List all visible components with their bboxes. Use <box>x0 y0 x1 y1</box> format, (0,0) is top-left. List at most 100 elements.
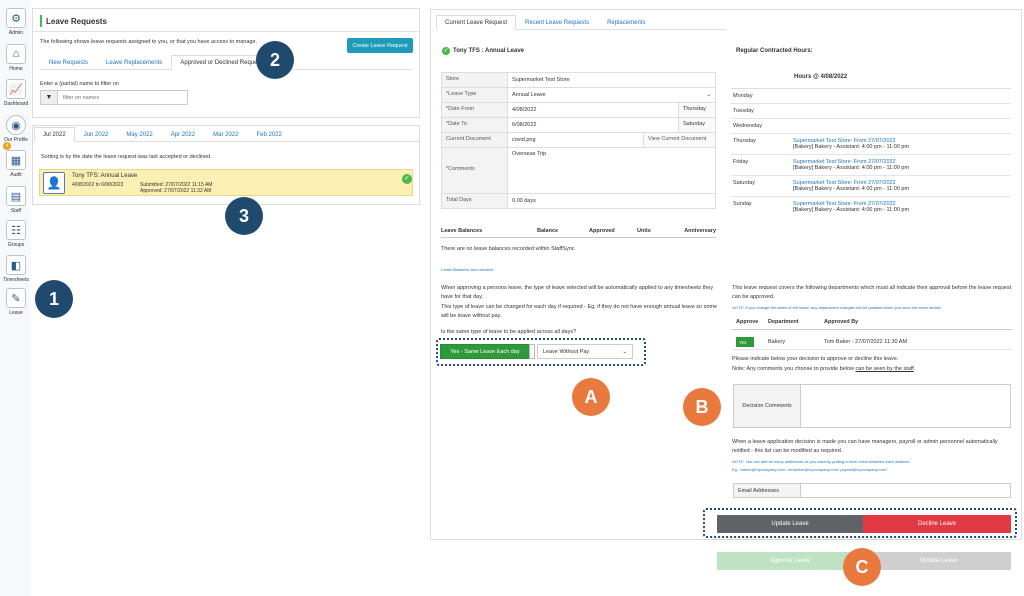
leave-form: Store Supermarket Test Store *Leave Type A… <box>441 72 716 209</box>
tab-month[interactable]: Mar 2022 <box>204 127 247 142</box>
date-to-input[interactable]: 6/08/2022 <box>508 118 678 132</box>
sidebar-item-leave[interactable]: ✎ Leave <box>3 288 29 322</box>
hours-title: Regular Contracted Hours: <box>736 48 813 54</box>
schedule-row: Tuesday <box>731 104 1011 119</box>
notify-text: When a leave application decision is mad… <box>732 439 998 454</box>
sidebar-item-timesheets[interactable]: ◧ Timesheets <box>3 255 29 289</box>
approvals-header: Approve Department Approved By <box>732 317 1012 330</box>
requests-description: The following shows leave requests assig… <box>40 39 258 45</box>
home-icon: ⌂ <box>6 44 26 64</box>
balances-note: Leave Balances last checked <box>441 267 493 272</box>
card-dates: 4/08/2022 to 6/08/2022 <box>72 182 124 188</box>
date-to-label: *Date To <box>442 118 508 132</box>
total-days-label: Total Days <box>442 194 508 208</box>
store-value: Supermarket Test Store <box>512 77 570 83</box>
schedule-row: Sunday Supermarket Test Store: From 27/07… <box>733 201 910 213</box>
sidebar-item-audit[interactable]: ▦ Audit <box>3 150 29 184</box>
store-label: Store <box>442 73 508 87</box>
approval-by: Tom Baker - 27/07/2022 11:30 AM <box>824 338 908 345</box>
sidebar-item-dashboard[interactable]: 📈 Dashboard <box>3 79 29 113</box>
indicate-text: Please indicate below your decision to a… <box>732 356 899 362</box>
approve-toggle[interactable]: Yes <box>736 336 754 347</box>
email-addresses-label: Email Addresses <box>734 484 801 497</box>
callout-1: 1 <box>35 280 73 318</box>
callout-c: C <box>843 548 881 586</box>
schedule-shift: [Bakery] Bakery - Assistant: 4:00 pm - 1… <box>793 165 910 171</box>
profile-icon: ◉ <box>6 115 26 135</box>
filter-label: Enter a (partial) name to filter on <box>40 81 119 87</box>
sidebar-item-admin[interactable]: ⚙ Admin <box>3 8 29 42</box>
sidebar-item-label: Staff <box>10 208 22 214</box>
month-tabs: Jul 2022 Jun 2022 May 2022 Apr 2022 Mar … <box>34 127 419 142</box>
schedule-row: Wednesday <box>731 119 1011 134</box>
leave-icon: ✎ <box>6 288 26 308</box>
current-document-label: Current Document <box>442 133 508 147</box>
leave-type-select[interactable]: Annual Leave ⌄ <box>508 88 715 102</box>
sidebar-item-label: Audit <box>10 172 22 178</box>
date-from-input[interactable]: 4/08/2022 <box>508 103 678 117</box>
decision-comments-label: Decision Comments <box>734 385 801 427</box>
page-title: Leave Requests <box>46 17 107 26</box>
tab-month[interactable]: May 2022 <box>117 127 161 142</box>
audit-icon: ▦ <box>6 150 26 170</box>
chevron-down-icon: ⌄ <box>622 348 627 355</box>
sidebar-item-label: Home <box>9 66 23 72</box>
tab-month[interactable]: Jul 2022 <box>34 127 75 142</box>
notify-note: NOTE: You can add as many addresses as y… <box>732 459 911 464</box>
hours-subtitle: Hours @ 4/08/2022 <box>794 74 848 80</box>
email-addresses-field: Email Addresses <box>733 483 1011 498</box>
schedule-row: Saturday Supermarket Test Store: From 27/… <box>731 176 1011 197</box>
leave-request-card[interactable]: 👤 Tony TFS: Annual Leave 4/08/2022 to 6/… <box>39 169 413 196</box>
tab-month[interactable]: Jun 2022 <box>75 127 118 142</box>
decline-leave-button[interactable]: Decline Leave <box>863 515 1011 533</box>
leave-detail-panel: Current Leave Request Recent Leave Reque… <box>430 9 1022 540</box>
schedule-shift: [Bakery] Bakery - Assistant: 4:00 pm - 1… <box>793 207 910 213</box>
comments-label: *Comments <box>442 148 508 193</box>
tab-current-leave-request[interactable]: Current Leave Request <box>436 15 517 30</box>
user-icon: 👤 <box>43 172 65 194</box>
view-current-document-link[interactable]: View Current Document <box>643 133 715 147</box>
date-to-day: Saturday <box>678 118 715 132</box>
check-icon: ✓ <box>442 47 450 55</box>
divider <box>33 31 419 32</box>
sidebar-item-staff[interactable]: ▤ Staff <box>3 186 29 220</box>
decision-comments-textarea[interactable] <box>801 385 1010 427</box>
months-panel: Jul 2022 Jun 2022 May 2022 Apr 2022 Mar … <box>32 125 420 205</box>
filter-input[interactable] <box>58 91 187 104</box>
tab-leave-replacements[interactable]: Leave Replacements <box>97 55 171 70</box>
leave-type-per-day-select[interactable]: Leave Without Pay ⌄ <box>537 344 633 359</box>
callout-a: A <box>572 378 610 416</box>
same-leave-toggle[interactable]: Yes - Same Leave Each day <box>440 344 530 359</box>
email-addresses-input[interactable] <box>801 484 1010 497</box>
date-from-label: *Date From <box>442 103 508 117</box>
comments-textarea[interactable]: Overseas Trip <box>508 148 715 193</box>
chart-icon: 📈 <box>6 79 26 99</box>
filter-field: ▼ <box>40 90 188 105</box>
tab-month[interactable]: Apr 2022 <box>162 127 204 142</box>
department-note: NOTE: If you change the dates of the lea… <box>732 305 942 310</box>
create-leave-request-button[interactable]: Create Leave Request <box>347 38 413 53</box>
sidebar-item-home[interactable]: ⌂ Home <box>3 44 29 78</box>
timesheets-icon: ◧ <box>6 255 26 275</box>
sidebar-item-label: Dashboard <box>3 101 29 107</box>
sidebar-item-groups[interactable]: ☷ Groups <box>3 220 29 254</box>
approval-row: Yes Bakery Tom Baker - 27/07/2022 11:30 … <box>732 334 1012 350</box>
tab-replacements[interactable]: Replacements <box>598 15 654 30</box>
schedule-row: Thursday Supermarket Test Store: From 27/… <box>731 134 1011 155</box>
balances-empty: There are no leave balances recorded wit… <box>441 246 575 252</box>
schedule-shift: [Bakery] Bakery - Assistant: 4:00 pm - 1… <box>793 144 910 150</box>
requests-tabs: New Requests Leave Replacements Approved… <box>40 55 412 70</box>
tab-new-requests[interactable]: New Requests <box>40 55 97 70</box>
check-icon: ✓ <box>402 174 412 184</box>
tab-recent-leave-requests[interactable]: Recent Leave Requests <box>516 15 598 30</box>
groups-icon: ☷ <box>6 220 26 240</box>
sidebar-item-label: Groups <box>7 242 25 248</box>
hours-schedule: Monday Tuesday Wednesday Thursday Superma… <box>731 88 1011 217</box>
tab-month[interactable]: Feb 2022 <box>247 127 290 142</box>
callout-2: 2 <box>256 41 294 79</box>
approve-leave-button-faded[interactable]: Approve Leave <box>717 552 863 570</box>
update-leave-button-faded[interactable]: Update Leave <box>866 552 1011 570</box>
callout-3: 3 <box>225 197 263 235</box>
update-leave-button[interactable]: Update Leave <box>717 515 863 533</box>
sidebar-item-label: Admin <box>8 30 24 36</box>
